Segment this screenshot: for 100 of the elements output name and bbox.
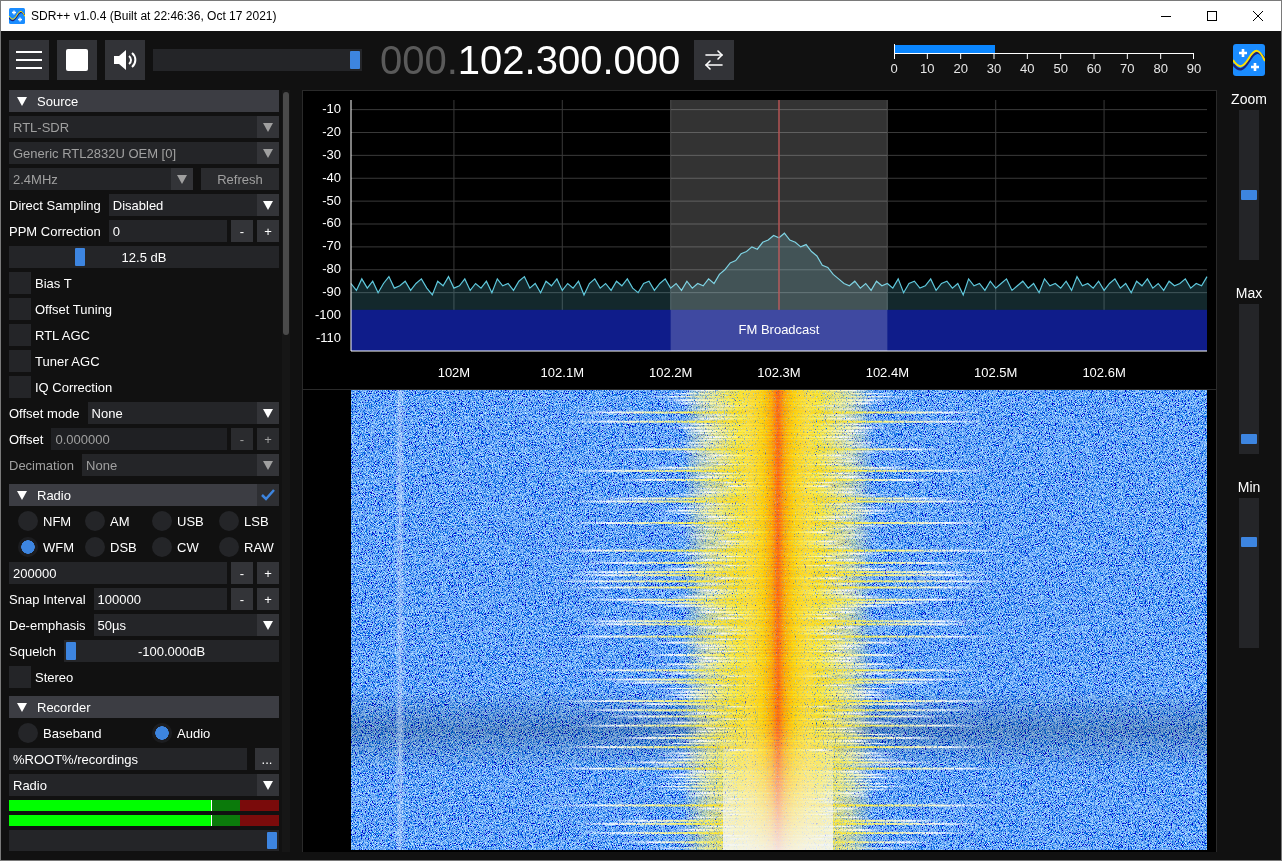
checkbox-label: IQ Correction xyxy=(35,379,113,395)
caret-icon xyxy=(257,454,279,476)
caret-icon xyxy=(257,774,279,796)
radio-option[interactable]: NFM xyxy=(18,510,72,532)
slider-label: Zoom xyxy=(1231,90,1267,108)
slider-thumb[interactable] xyxy=(75,248,85,266)
checkbox-label: Bias T xyxy=(35,275,72,291)
increment-button[interactable]: + xyxy=(257,562,279,584)
axis-label: -100 xyxy=(314,306,341,322)
field-label: Decimation xyxy=(9,457,75,473)
caret-icon xyxy=(257,194,279,216)
menu-button[interactable] xyxy=(9,39,49,80)
checkbox-label: Offset Tuning xyxy=(35,301,113,317)
caret-icon xyxy=(257,142,279,164)
slider-label: Min xyxy=(1237,478,1261,496)
checkbox[interactable] xyxy=(257,484,279,506)
radio-option[interactable]: Baseband xyxy=(18,722,102,744)
slider-thumb[interactable] xyxy=(350,50,360,69)
dropdown[interactable]: None xyxy=(87,402,279,424)
check-icon xyxy=(261,489,275,501)
dropdown[interactable]: 50µs xyxy=(93,614,279,636)
swap-button[interactable] xyxy=(694,39,735,80)
increment-button[interactable]: + xyxy=(257,588,279,610)
browse-button[interactable]: ... xyxy=(255,748,279,770)
radio-option[interactable]: Audio xyxy=(152,722,211,744)
section-header[interactable]: Radio xyxy=(9,484,279,506)
play-stop-button[interactable] xyxy=(57,39,97,80)
slider-thumb[interactable] xyxy=(1241,536,1257,547)
dropdown[interactable]: Radio xyxy=(9,774,279,796)
axis-label: -40 xyxy=(322,169,341,185)
axis-label: -10 xyxy=(322,101,341,117)
frequency-digits[interactable]: 102.300.000 xyxy=(457,39,681,80)
axis-label: -110 xyxy=(315,329,341,345)
caret-icon xyxy=(257,614,279,636)
slider-thumb[interactable] xyxy=(1241,189,1257,200)
scrollbar[interactable] xyxy=(282,90,290,852)
field-label: Snap Interval xyxy=(9,591,86,607)
meter-tick-label: 40 xyxy=(1020,60,1035,76)
caret-icon xyxy=(257,116,279,138)
radio-option[interactable]: WFM xyxy=(18,536,75,558)
volume-button[interactable] xyxy=(105,39,145,80)
increment-button[interactable]: + xyxy=(257,220,279,242)
radio-option[interactable]: AM xyxy=(85,510,130,532)
slider-thumb[interactable] xyxy=(1241,433,1257,444)
slider[interactable]: -100.000dB xyxy=(64,640,279,662)
path-field[interactable]: %ROOT%/recordings xyxy=(9,748,247,770)
meter-tick-label: 60 xyxy=(1086,60,1102,76)
axis-label: 102.5M xyxy=(974,365,1018,381)
radio-option[interactable]: LSB xyxy=(219,510,269,532)
vertical-slider[interactable] xyxy=(1239,498,1259,648)
radio-option[interactable]: USB xyxy=(152,510,204,532)
decrement-button[interactable]: - xyxy=(231,562,253,584)
field-label: Offset mode xyxy=(9,405,80,421)
field-label: Offset xyxy=(9,431,44,447)
caret-icon xyxy=(171,168,193,190)
radio-option[interactable]: DSB xyxy=(85,536,137,558)
number-field[interactable]: 0 xyxy=(108,220,227,242)
section-header[interactable]: Recorder xyxy=(9,696,279,718)
close-icon xyxy=(1253,11,1263,21)
axis-label: 102.1M xyxy=(540,365,584,381)
field-label: PPM Correction xyxy=(9,223,101,239)
field-label: Direct Sampling xyxy=(9,197,101,213)
radio-option[interactable]: RAW xyxy=(219,536,274,558)
meter-tick-label: 50 xyxy=(1053,60,1068,76)
meter-tick-label: 10 xyxy=(920,60,935,76)
scrollbar-thumb[interactable] xyxy=(283,92,289,335)
minimize-icon xyxy=(1161,15,1171,17)
maximize-icon xyxy=(1207,11,1217,21)
number-field[interactable]: 100000 xyxy=(93,588,227,610)
meter-tick-label: 80 xyxy=(1153,60,1168,76)
slider[interactable] xyxy=(9,830,279,851)
vertical-slider[interactable] xyxy=(1239,304,1259,454)
checkbox-label: RTL AGC xyxy=(35,327,90,343)
meter-tick-label: 20 xyxy=(953,60,968,76)
axis-label: 102M xyxy=(437,365,471,381)
vertical-slider[interactable] xyxy=(1239,110,1259,260)
band-label: FM Broadcast xyxy=(738,321,820,337)
vfo-selection[interactable] xyxy=(670,100,888,351)
axis-label: -30 xyxy=(322,146,341,162)
decrement-button[interactable]: - xyxy=(231,220,253,242)
field-label: Squelch xyxy=(9,643,56,659)
slider-thumb[interactable] xyxy=(267,832,277,849)
dropdown[interactable]: Disabled xyxy=(108,194,279,216)
number-field[interactable]: 200000 xyxy=(9,562,227,584)
slider[interactable]: 12.5 dB xyxy=(9,246,279,268)
radio-option[interactable]: CW xyxy=(152,536,199,558)
speaker-icon xyxy=(112,47,138,72)
axis-label: 102.4M xyxy=(865,365,910,381)
app-logo-icon xyxy=(1233,43,1265,76)
window-title: SDR++ v1.0.4 (Built at 22:46:36, Oct 17 2021) xyxy=(31,9,277,23)
field-label: De-emphasis xyxy=(9,617,86,633)
axis-label: -20 xyxy=(322,123,341,139)
axis-label: 102.3M xyxy=(757,365,801,381)
axis-label: -60 xyxy=(322,215,341,231)
section-header[interactable]: Source xyxy=(9,90,279,112)
checkbox-label: Tuner AGC xyxy=(35,353,100,369)
slider-thumb[interactable] xyxy=(66,642,76,660)
volume-slider[interactable] xyxy=(153,48,362,71)
axis-label: -70 xyxy=(322,238,341,254)
decrement-button[interactable]: - xyxy=(231,588,253,610)
